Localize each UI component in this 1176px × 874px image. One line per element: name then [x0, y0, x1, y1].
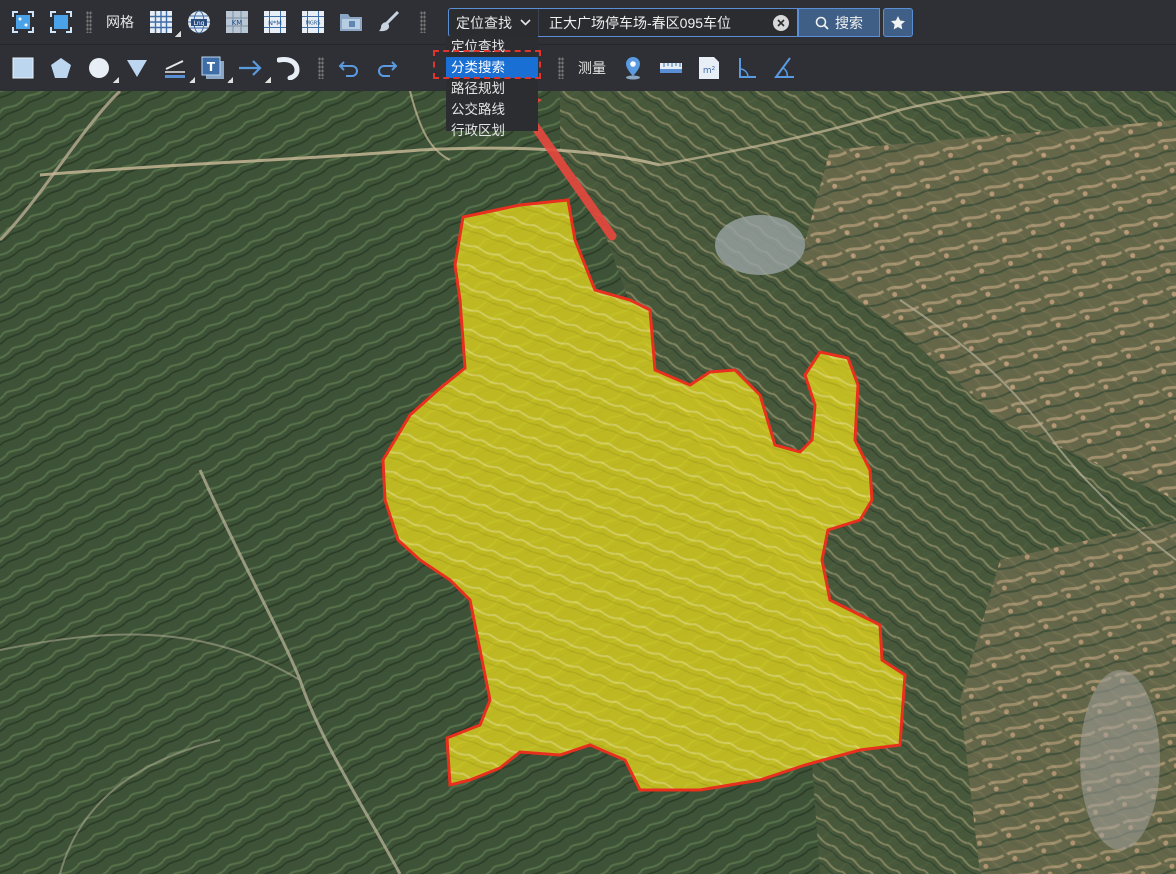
area-measure-icon[interactable]: m² — [694, 51, 724, 85]
measure-group: 测量 m² — [552, 45, 804, 91]
dropdown-option-admin-division[interactable]: 行政区划 — [446, 120, 538, 141]
mgrs-grid-icon[interactable]: MGRS — [298, 5, 328, 39]
svg-text:MGRS: MGRS — [306, 21, 321, 27]
search-button-label: 搜索 — [835, 14, 863, 31]
search-button[interactable]: 搜索 — [798, 8, 880, 37]
arrow-icon[interactable] — [236, 51, 271, 85]
nm-grid-icon[interactable]: N*M — [260, 5, 290, 39]
line-icon[interactable] — [160, 51, 195, 85]
polygon-icon[interactable] — [46, 51, 76, 85]
measure-label: 测量 — [578, 60, 606, 76]
svg-text:N*M: N*M — [268, 19, 282, 27]
search-input[interactable] — [539, 9, 773, 36]
svg-text:T: T — [207, 60, 216, 74]
search-type-value: 定位查找 — [456, 14, 512, 31]
circle-icon[interactable] — [84, 51, 119, 85]
chevron-down-icon — [520, 19, 531, 26]
location-pin-icon[interactable] — [618, 51, 648, 85]
dropdown-option-bus-route[interactable]: 公交路线 — [446, 99, 538, 120]
redo-icon[interactable] — [372, 51, 402, 85]
svg-text:m²: m² — [703, 66, 716, 76]
star-icon[interactable] — [883, 8, 913, 37]
ruler-icon[interactable] — [656, 51, 686, 85]
dropdown-option-locate[interactable]: 定位查找 — [446, 36, 538, 57]
brush-icon[interactable] — [374, 5, 404, 39]
search-type-select[interactable]: 定位查找 — [449, 9, 539, 36]
text-icon[interactable]: T — [198, 51, 233, 85]
search-box: 定位查找 — [448, 8, 798, 37]
angle-icon[interactable] — [732, 51, 762, 85]
search-type-dropdown: 定位查找 分类搜索 路径规划 公交路线 行政区划 — [446, 36, 538, 138]
dropdown-option-category-search[interactable]: 分类搜索 — [446, 57, 538, 78]
satellite-imagery — [0, 91, 1176, 874]
grid-label: 网格 — [106, 14, 134, 30]
azimuth-icon[interactable] — [770, 51, 800, 85]
dropdown-option-route-planning[interactable]: 路径规划 — [446, 78, 538, 99]
search-icon — [815, 16, 829, 30]
curve-icon[interactable] — [274, 51, 304, 85]
km-grid-icon[interactable]: KM — [222, 5, 252, 39]
clear-icon[interactable] — [773, 14, 789, 31]
toolbar-separator — [86, 11, 92, 33]
folder-icon[interactable] — [336, 5, 366, 39]
toolbar-separator — [420, 11, 426, 33]
map-view[interactable] — [0, 91, 1176, 874]
fullscreen-fit-icon[interactable] — [8, 5, 38, 39]
fullscreen-icon[interactable] — [46, 5, 76, 39]
rectangle-icon[interactable] — [8, 51, 38, 85]
toolbar-separator — [558, 57, 564, 79]
lnglat-grid-icon[interactable]: Lng — [184, 5, 214, 39]
triangle-icon[interactable] — [122, 51, 152, 85]
undo-icon[interactable] — [334, 51, 364, 85]
toolbar-separator — [318, 57, 324, 79]
grid-icon[interactable] — [146, 5, 181, 39]
svg-text:Lng: Lng — [194, 20, 205, 27]
svg-text:KM: KM — [232, 19, 243, 27]
